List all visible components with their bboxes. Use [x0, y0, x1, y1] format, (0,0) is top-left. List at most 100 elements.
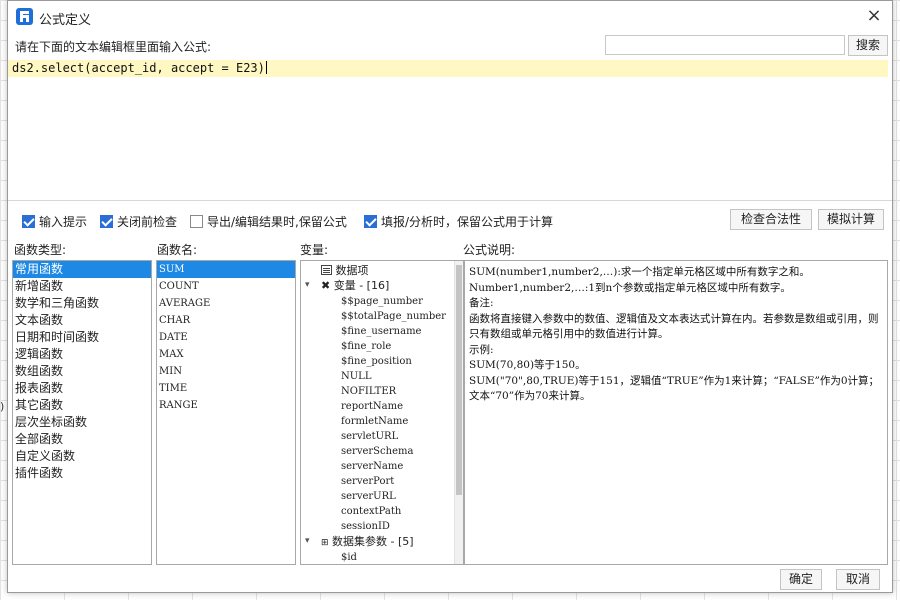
- search-button[interactable]: 搜索: [848, 35, 888, 56]
- checkbox-input-hint[interactable]: [22, 214, 35, 228]
- cancel-button[interactable]: 取消: [836, 569, 880, 590]
- option-input-hint[interactable]: 输入提示: [22, 212, 87, 230]
- sheet-edge-mark: ): [0, 400, 5, 413]
- function-item[interactable]: RANGE: [157, 397, 295, 414]
- tree-item-dataset-param[interactable]: $id: [341, 549, 357, 564]
- checkbox-keep-formula-fill[interactable]: [364, 214, 377, 228]
- tree-item-variable[interactable]: $fine_username: [341, 323, 421, 338]
- variable-name: $fine_username: [341, 326, 422, 337]
- description-text: SUM(number1,number2,…):求一个指定单元格区域中所有数字之和…: [465, 261, 887, 409]
- variable-name: serverPort: [341, 476, 395, 487]
- category-item[interactable]: 插件函数: [13, 465, 151, 482]
- category-item[interactable]: 层次坐标函数: [13, 414, 151, 431]
- tree-group-dataset-params[interactable]: ▾ ⊞ 数据集参数 - [5]: [305, 534, 414, 549]
- tree-label: 数据集参数 - [5]: [332, 535, 414, 548]
- tree-item-variable[interactable]: NULL: [341, 368, 371, 383]
- variable-name: $$totalPage_number: [341, 311, 446, 322]
- tree-item-variable[interactable]: reportName: [341, 398, 403, 413]
- description-line: SUM(number1,number2,…):求一个指定单元格区域中所有数字之和…: [469, 266, 810, 278]
- tree-group-variables[interactable]: ▾ ✖ 变量 - [16]: [305, 278, 389, 293]
- editor-code[interactable]: ds2.select(accept_id, accept = E23): [12, 61, 267, 75]
- tree-item-variable[interactable]: $fine_role: [341, 338, 391, 353]
- variable-scrollbar[interactable]: [454, 261, 463, 564]
- category-item[interactable]: 自定义函数: [13, 448, 151, 465]
- category-item[interactable]: 文本函数: [13, 312, 151, 329]
- category-item[interactable]: 数组函数: [13, 363, 151, 380]
- dialog-title: 公式定义: [39, 13, 92, 28]
- checkbox-check-before-close[interactable]: [100, 214, 113, 228]
- tree-item-variable[interactable]: formletName: [341, 413, 408, 428]
- category-item[interactable]: 新增函数: [13, 278, 151, 295]
- tree-item-variable[interactable]: serverURL: [341, 488, 396, 503]
- formula-text: ds2.select(accept_id, accept = E23): [12, 61, 265, 75]
- close-icon[interactable]: ×: [862, 5, 886, 27]
- description-line: 函数将直接键入参数中的数值、逻辑值及文本表达式计算在内。若参数是数组或引用，则只…: [469, 312, 879, 341]
- dialog-titlebar: 公式定义 ×: [8, 1, 892, 32]
- category-item[interactable]: 数学和三角函数: [13, 295, 151, 312]
- function-item[interactable]: AVERAGE: [157, 295, 295, 312]
- tree-item-variable[interactable]: servletURL: [341, 428, 398, 443]
- variable-scroll-thumb[interactable]: [456, 265, 462, 495]
- tree-item-variable[interactable]: serverPort: [341, 473, 394, 488]
- category-list[interactable]: 常用函数 新增函数 数学和三角函数 文本函数 日期和时间函数 逻辑函数 数组函数 报表函数 其它…: [12, 260, 152, 565]
- category-item[interactable]: 逻辑函数: [13, 346, 151, 363]
- variable-tree[interactable]: 数据项 ▾ ✖ 变量 - [16] $$page_number $$totalPage_…: [300, 260, 464, 565]
- function-item[interactable]: DATE: [157, 329, 295, 346]
- function-item[interactable]: TIME: [157, 380, 295, 397]
- category-item[interactable]: 常用函数: [13, 261, 151, 278]
- function-item[interactable]: MIN: [157, 363, 295, 380]
- search-input[interactable]: [605, 35, 845, 55]
- variable-name: formletName: [341, 416, 409, 427]
- description-panel: SUM(number1,number2,…):求一个指定单元格区域中所有数字之和…: [464, 260, 888, 565]
- tree-item-variable[interactable]: $$totalPage_number: [341, 308, 446, 323]
- option-keep-formula-fill[interactable]: 填报/分析时，保留公式用于计算: [364, 212, 553, 230]
- variable-name: serverURL: [341, 491, 396, 502]
- function-item[interactable]: COUNT: [157, 278, 295, 295]
- editor-prompt: 请在下面的文本编辑框里面输入公式:: [15, 40, 212, 54]
- variable-name: $id: [341, 552, 357, 563]
- option-keep-formula-export[interactable]: 导出/编辑结果时,保留公式: [190, 212, 347, 230]
- dataset-param-icon: ⊞: [321, 538, 329, 548]
- tree-item-variable[interactable]: contextPath: [341, 503, 401, 518]
- text-caret: [265, 61, 267, 74]
- app-logo-icon: [16, 8, 33, 25]
- checkbox-keep-formula-export[interactable]: [190, 214, 203, 228]
- simulate-button[interactable]: 模拟计算: [818, 209, 884, 230]
- description-label: 公式说明:: [463, 243, 516, 257]
- variable-name: $fine_role: [341, 341, 392, 352]
- formula-editor[interactable]: ds2.select(accept_id, accept = E23): [8, 59, 892, 201]
- category-item[interactable]: 日期和时间函数: [13, 329, 151, 346]
- variable-group-icon: ✖: [321, 279, 331, 292]
- category-item[interactable]: 报表函数: [13, 380, 151, 397]
- category-item[interactable]: 全部函数: [13, 431, 151, 448]
- tree-item-variable[interactable]: $fine_position: [341, 353, 412, 368]
- validate-button[interactable]: 检查合法性: [730, 209, 812, 230]
- category-item[interactable]: 其它函数: [13, 397, 151, 414]
- variable-name: contextPath: [341, 506, 402, 517]
- tree-item-variable[interactable]: $$page_number: [341, 293, 423, 308]
- variable-name: servletURL: [341, 431, 399, 442]
- variable-tree-content[interactable]: 数据项 ▾ ✖ 变量 - [16] $$page_number $$totalPage_…: [301, 261, 453, 564]
- variable-name: serverName: [341, 461, 404, 472]
- tree-item-variable[interactable]: serverName: [341, 458, 403, 473]
- expand-chevron-icon[interactable]: ▾: [305, 534, 315, 549]
- function-item[interactable]: CHAR: [157, 312, 295, 329]
- variable-name: $fine_position: [341, 356, 412, 367]
- function-item[interactable]: SUM: [157, 261, 295, 278]
- table-icon: [321, 265, 332, 275]
- tree-item-data-item[interactable]: 数据项: [321, 263, 369, 278]
- option-check-before-close[interactable]: 关闭前检查: [100, 212, 177, 230]
- expand-chevron-icon[interactable]: ▾: [305, 278, 315, 293]
- tree-item-variable[interactable]: NOFILTER: [341, 383, 396, 398]
- tree-item-variable[interactable]: sessionID: [341, 518, 390, 533]
- description-line: 示例:: [469, 343, 494, 356]
- formula-dialog: 公式定义 × 请在下面的文本编辑框里面输入公式: 搜索 ds2.select(a…: [7, 0, 893, 593]
- function-list[interactable]: SUM COUNT AVERAGE CHAR DATE MAX MIN TIME RANGE: [156, 260, 296, 565]
- tree-label: 变量 - [16]: [333, 279, 390, 292]
- ok-button[interactable]: 确定: [780, 569, 822, 590]
- tree-item-variable[interactable]: serverSchema: [341, 443, 413, 458]
- variable-name: serverSchema: [341, 446, 414, 457]
- option-label: 输入提示: [39, 214, 88, 229]
- function-item[interactable]: MAX: [157, 346, 295, 363]
- variable-label: 变量:: [300, 243, 329, 257]
